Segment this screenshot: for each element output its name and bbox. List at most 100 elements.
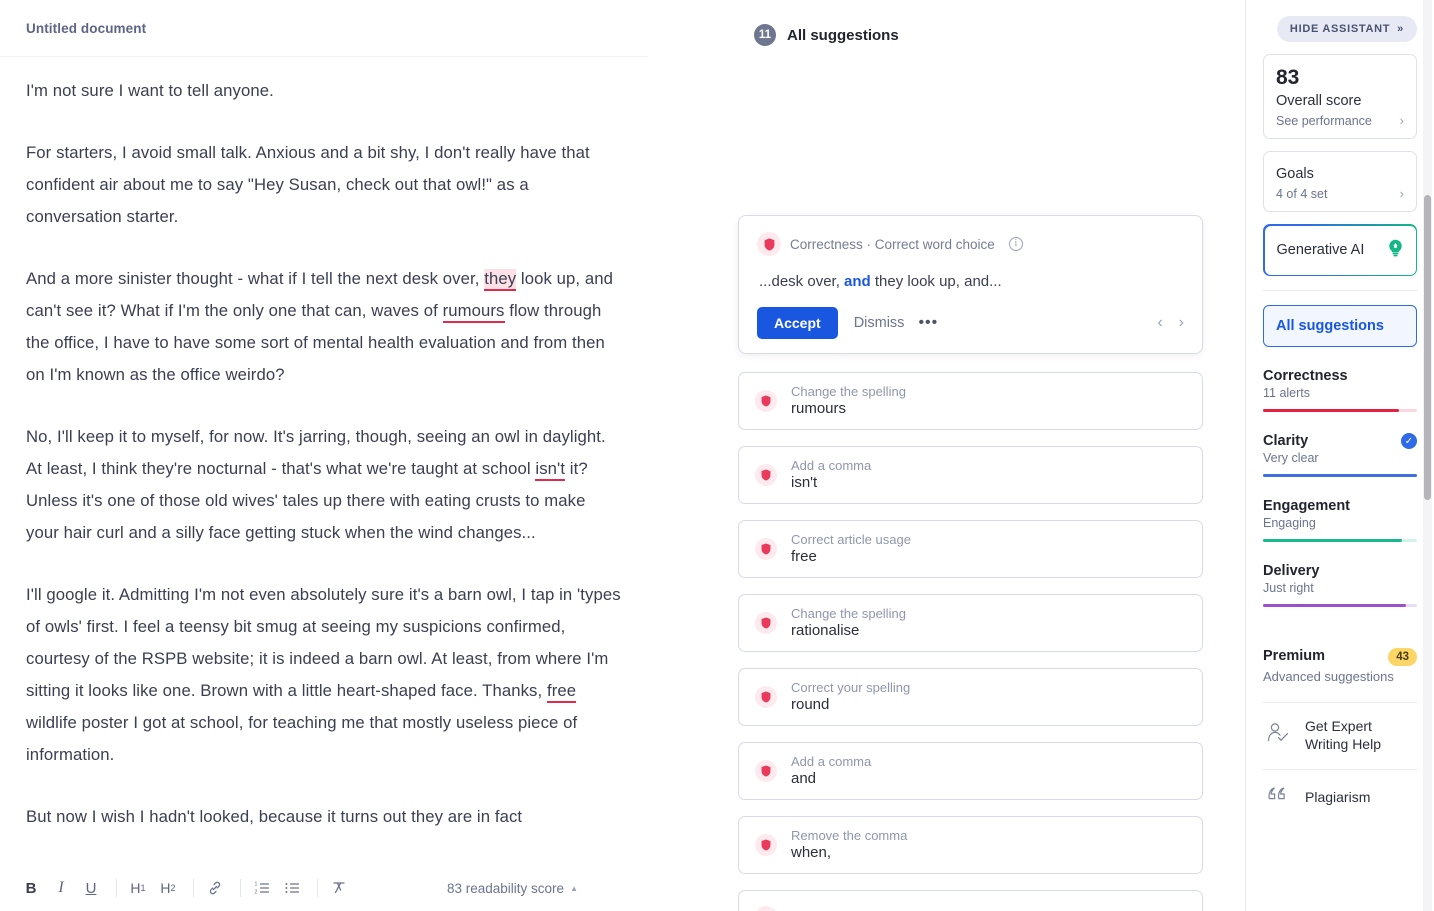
suggestion-kind: Remove the comma: [791, 828, 908, 843]
text-run: wildlife poster I got at school, for tea…: [26, 713, 578, 764]
toolbar-divider: [193, 879, 194, 897]
heading-2-button[interactable]: H2: [155, 875, 181, 901]
hide-assistant-button[interactable]: HIDE ASSISTANT »: [1276, 16, 1417, 42]
shield-icon: [755, 389, 777, 412]
document-body[interactable]: I'm not sure I want to tell anyone. For s…: [0, 57, 648, 872]
suggestion-card-text: Add a comma isn't: [791, 458, 871, 491]
suggestion-card-text: Add a comma and: [791, 754, 871, 787]
heading-1-button[interactable]: H1: [125, 875, 151, 901]
suggestion-word: when,: [791, 844, 832, 861]
lightbulb-icon: [1387, 239, 1404, 262]
metric-item[interactable]: Delivery Just right: [1263, 563, 1417, 607]
expert-writer-icon: [1266, 721, 1292, 750]
link-icon[interactable]: [202, 875, 228, 901]
see-performance-label: See performance: [1276, 113, 1372, 128]
suggestion-card[interactable]: Remove the comma when,: [738, 816, 1203, 874]
document-paragraph: I'm not sure I want to tell anyone.: [26, 75, 622, 107]
metric-item[interactable]: Correctness 11 alerts: [1263, 368, 1417, 412]
underline-button[interactable]: U: [78, 875, 104, 901]
suggestion-word: free: [791, 548, 817, 565]
bulleted-list-icon[interactable]: [279, 875, 305, 901]
text-run: And a more sinister thought - what if I …: [26, 269, 485, 288]
hide-assistant-row: HIDE ASSISTANT »: [1263, 0, 1417, 42]
assistant-sidebar: HIDE ASSISTANT » 83 Overall score See pe…: [1245, 0, 1434, 911]
metric-bar-track: [1263, 539, 1417, 542]
accept-button[interactable]: Accept: [757, 307, 838, 339]
suggestion-kind: Correct article usage: [791, 532, 911, 547]
bold-button[interactable]: B: [18, 875, 44, 901]
dismiss-button[interactable]: Dismiss: [854, 315, 905, 331]
suggestion-card[interactable]: Correct your spelling round: [738, 668, 1203, 726]
suggestion-card[interactable]: Change the spelling rationalise: [738, 594, 1203, 652]
suggestion-list: Change the spelling rumours Add a comma isn…: [738, 372, 1203, 911]
overall-score-panel[interactable]: 83 Overall score See performance ›: [1263, 54, 1417, 139]
text-run: I'll google it. Admitting I'm not even a…: [26, 585, 621, 700]
metric-value: Very clear: [1263, 451, 1319, 465]
grammar-assistant-app: Untitled document I'm not sure I want to…: [0, 0, 1434, 911]
goals-sub: 4 of 4 set: [1276, 186, 1328, 201]
next-suggestion-icon[interactable]: ›: [1179, 314, 1184, 332]
page-scrollbar[interactable]: [1423, 0, 1432, 911]
editor-column: Untitled document I'm not sure I want to…: [0, 0, 648, 911]
metric-item[interactable]: Clarity ✓ Very clear: [1263, 433, 1417, 477]
card-nav-group: ‹ ›: [1157, 314, 1184, 332]
expert-writing-help-link[interactable]: Get Expert Writing Help: [1263, 703, 1417, 753]
numbered-list-icon[interactable]: 1 2: [249, 875, 275, 901]
goals-panel[interactable]: Goals 4 of 4 set ›: [1263, 151, 1417, 212]
metric-value: Engaging: [1263, 516, 1316, 530]
metric-item[interactable]: Engagement Engaging: [1263, 498, 1417, 542]
generative-ai-card[interactable]: Generative AI: [1263, 224, 1417, 276]
inline-error-word[interactable]: free: [546, 681, 577, 703]
suggestion-card-text: Correct your spelling round: [791, 680, 910, 713]
document-paragraph: And a more sinister thought - what if I …: [26, 263, 622, 391]
svg-text:2: 2: [254, 890, 257, 896]
document-paragraph: I'll google it. Admitting I'm not even a…: [26, 579, 622, 771]
suggestion-preview: ...desk over, and they look up, and...: [759, 273, 1184, 290]
shield-icon: [755, 463, 777, 486]
scrollbar-thumb[interactable]: [1424, 195, 1431, 500]
active-card-header: Correctness · Correct word choice i: [757, 232, 1184, 256]
plagiarism-link[interactable]: Plagiarism: [1263, 770, 1417, 809]
suggestion-card[interactable]: Change the form of the verb: [738, 890, 1203, 911]
svg-text:1: 1: [254, 882, 257, 888]
suggestion-word: rumours: [791, 400, 847, 417]
clear-formatting-icon[interactable]: [326, 875, 352, 901]
plagiarism-label: Plagiarism: [1305, 788, 1371, 805]
suggestion-card-text: Change the spelling rationalise: [791, 606, 906, 639]
suggestion-card[interactable]: Correct article usage free: [738, 520, 1203, 578]
page-title[interactable]: Untitled document: [26, 21, 146, 36]
sidebar-divider: [1263, 290, 1417, 291]
suggestion-card[interactable]: Add a comma and: [738, 742, 1203, 800]
toolbar-divider: [240, 879, 241, 897]
toolbar-divider: [116, 879, 117, 897]
inline-error-word[interactable]: isn't: [535, 459, 566, 481]
metric-bar-track: [1263, 474, 1417, 477]
inline-active-error-word[interactable]: they: [484, 269, 517, 291]
document-paragraph: But now I wish I hadn't looked, because …: [26, 801, 622, 833]
metric-header: Correctness: [1263, 368, 1417, 384]
more-options-button[interactable]: •••: [918, 315, 938, 331]
suggestion-card[interactable]: Add a comma isn't: [738, 446, 1203, 504]
premium-badge: 43: [1388, 648, 1417, 666]
preview-highlight: and: [844, 273, 871, 290]
readability-score[interactable]: 83 readability score ▲: [447, 881, 630, 896]
info-icon[interactable]: i: [1008, 237, 1023, 251]
metric-value: Just right: [1263, 581, 1314, 595]
expert-writing-help-label: Get Expert Writing Help: [1305, 718, 1381, 752]
metric-name: Delivery: [1263, 563, 1320, 579]
quote-marks-icon: [1266, 784, 1292, 809]
premium-sub: Advanced suggestions: [1263, 669, 1394, 684]
inline-error-word[interactable]: rumours: [442, 301, 505, 323]
suggestion-word: isn't: [791, 474, 818, 491]
italic-button[interactable]: I: [48, 875, 74, 901]
premium-section[interactable]: Premium 43 Advanced suggestions: [1263, 648, 1417, 684]
suggestion-kind: Correct your spelling: [791, 680, 911, 695]
h1-label: H: [130, 880, 141, 896]
previous-suggestion-icon[interactable]: ‹: [1157, 314, 1162, 332]
suggestions-column: 11 All suggestions Correctness · Correct…: [648, 0, 1245, 911]
suggestion-card[interactable]: Change the spelling rumours: [738, 372, 1203, 430]
all-suggestions-button[interactable]: All suggestions: [1263, 305, 1417, 347]
suggestion-cards: Correctness · Correct word choice i ...d…: [738, 215, 1203, 911]
active-suggestion-card[interactable]: Correctness · Correct word choice i ...d…: [738, 215, 1203, 354]
status-badge: 11: [754, 24, 776, 46]
